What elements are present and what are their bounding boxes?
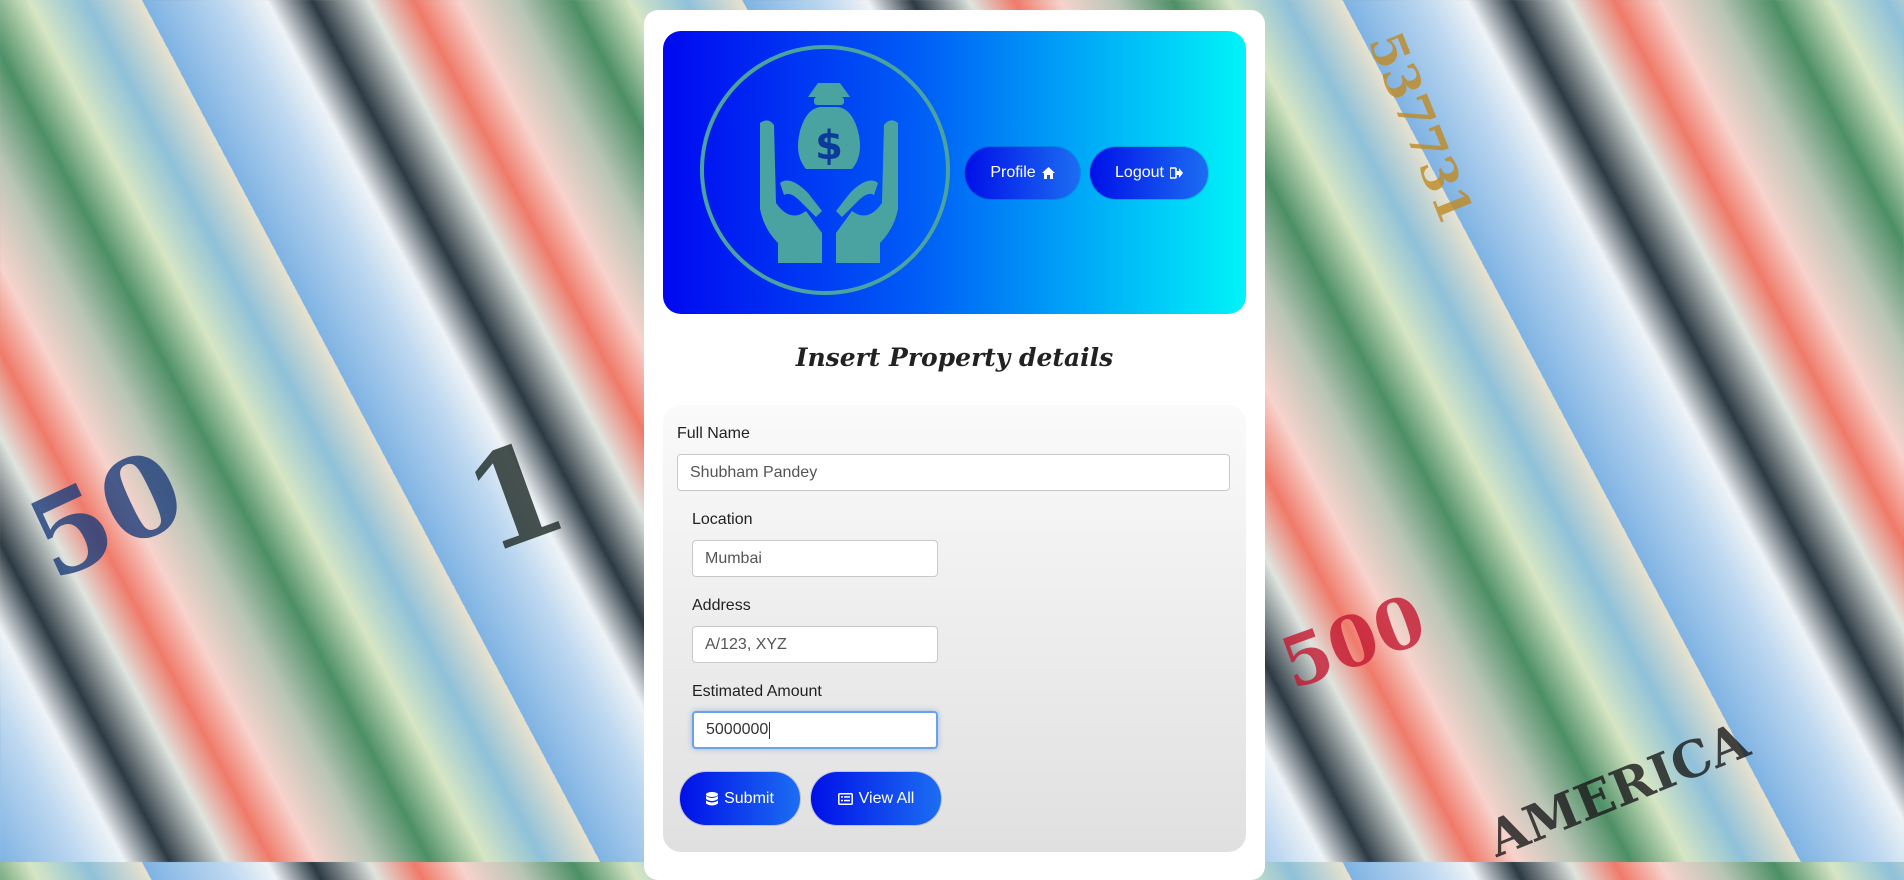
text-caret [769, 721, 771, 739]
money-bag-hands-icon: $ [760, 83, 898, 263]
location-label: Location [692, 511, 753, 528]
full-name-label: Full Name [677, 425, 750, 442]
location-input[interactable]: Mumbai [692, 540, 938, 577]
full-name-input[interactable]: Shubham Pandey [677, 454, 1230, 491]
list-alt-icon [837, 792, 853, 805]
logo: $ [700, 45, 950, 295]
property-form: Full Name Shubham Pandey Location Mumbai… [663, 405, 1246, 852]
logout-button[interactable]: Logout [1090, 147, 1208, 199]
view-all-button[interactable]: View All [811, 772, 941, 825]
address-label: Address [692, 597, 751, 614]
view-all-label: View All [858, 789, 915, 807]
home-icon [1041, 167, 1055, 179]
submit-label: Submit [724, 789, 774, 807]
estimated-amount-input[interactable]: 5000000 [692, 711, 938, 749]
database-icon [706, 791, 719, 805]
submit-button[interactable]: Submit [680, 772, 800, 825]
profile-button[interactable]: Profile [965, 147, 1080, 199]
sign-out-icon [1169, 167, 1183, 179]
page-title: Insert Property details [795, 343, 1114, 372]
address-input[interactable]: A/123, XYZ [692, 626, 938, 663]
svg-text:$: $ [815, 123, 843, 169]
profile-label: Profile [990, 164, 1036, 181]
estimated-amount-label: Estimated Amount [692, 683, 822, 700]
estimated-amount-value: 5000000 [706, 721, 769, 738]
logout-label: Logout [1115, 164, 1164, 181]
header-banner: $ Profile Logout [663, 31, 1246, 314]
main-card: $ Profile Logout Insert Property details… [644, 10, 1265, 880]
